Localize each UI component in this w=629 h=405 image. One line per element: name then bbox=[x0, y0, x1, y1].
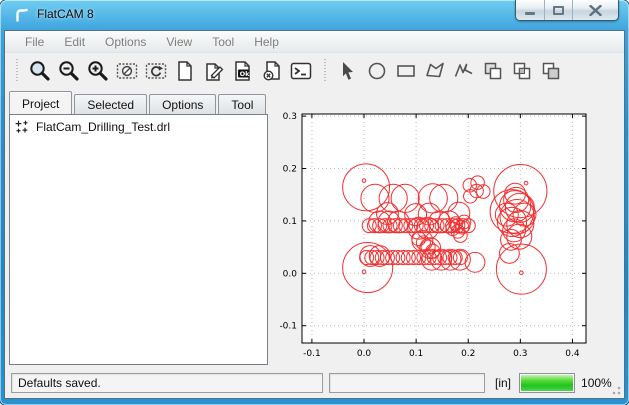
polygon-subtract-icon bbox=[539, 59, 563, 83]
apply-ok-icon: Ok bbox=[231, 59, 255, 83]
tab-options[interactable]: Options bbox=[149, 94, 216, 114]
menu-help[interactable]: Help bbox=[244, 32, 289, 52]
zoom-out-button[interactable] bbox=[54, 57, 83, 86]
zoom-fit-icon bbox=[28, 59, 52, 83]
toolbar-drag-handle[interactable] bbox=[323, 59, 328, 83]
svg-text:0.2: 0.2 bbox=[461, 349, 475, 359]
toolbar-drag-handle[interactable] bbox=[15, 59, 20, 83]
zoom-in-icon bbox=[86, 59, 110, 83]
minimize-button[interactable] bbox=[516, 0, 545, 20]
progress-percent-label: 100% bbox=[581, 376, 612, 390]
caption-buttons bbox=[515, 0, 619, 21]
tree-item-drill-object[interactable]: FlatCam_Drilling_Test.drl bbox=[10, 115, 267, 139]
zoom-fit-button[interactable] bbox=[25, 57, 54, 86]
tree-item-label: FlatCam_Drilling_Test.drl bbox=[36, 120, 170, 134]
edit-file-icon bbox=[202, 59, 226, 83]
zoom-out-icon bbox=[57, 59, 81, 83]
select-tool-button[interactable] bbox=[333, 57, 362, 86]
progress-bar bbox=[519, 373, 575, 393]
plot-canvas[interactable]: -0.1 0.0 0.1 0.2 0.3 0.4 -0.1 0.0 0.1 0.2 0.3 bbox=[268, 89, 626, 370]
toolbar: Ok bbox=[5, 53, 624, 89]
svg-text:0.0: 0.0 bbox=[283, 269, 298, 279]
draw-path-icon bbox=[452, 59, 476, 83]
zoom-in-button[interactable] bbox=[83, 57, 112, 86]
menu-file[interactable]: File bbox=[15, 32, 54, 52]
clear-plot-icon bbox=[115, 59, 139, 83]
replot-icon bbox=[144, 59, 168, 83]
tab-bar: Project Selected Options Tool bbox=[9, 91, 268, 114]
tab-tool[interactable]: Tool bbox=[218, 94, 266, 114]
polygon-union-icon bbox=[481, 59, 505, 83]
tab-project[interactable]: Project bbox=[9, 91, 72, 114]
menu-tool[interactable]: Tool bbox=[202, 32, 244, 52]
svg-text:0.1: 0.1 bbox=[409, 349, 423, 359]
svg-text:0.0: 0.0 bbox=[357, 349, 372, 359]
draw-rectangle-icon bbox=[394, 59, 418, 83]
svg-text:0.3: 0.3 bbox=[513, 349, 527, 359]
app-window: FlatCAM 8 File Edit Options View Tool He… bbox=[0, 0, 629, 405]
delete-file-icon bbox=[260, 59, 284, 83]
progress-fill bbox=[521, 375, 573, 391]
svg-text:0.4: 0.4 bbox=[565, 349, 580, 359]
units-label: [in] bbox=[495, 376, 511, 390]
clear-plot-button[interactable] bbox=[112, 57, 141, 86]
resize-grip-icon[interactable] bbox=[609, 383, 621, 395]
client-area: File Edit Options View Tool Help bbox=[4, 30, 625, 399]
main-area: Project Selected Options Tool bbox=[5, 89, 624, 368]
svg-text:0.2: 0.2 bbox=[283, 164, 297, 174]
draw-polygon-icon bbox=[423, 59, 447, 83]
tab-selected[interactable]: Selected bbox=[74, 94, 147, 114]
svg-text:0.1: 0.1 bbox=[283, 217, 297, 227]
window-title: FlatCAM 8 bbox=[37, 7, 94, 21]
maximize-icon bbox=[553, 6, 564, 15]
close-button[interactable] bbox=[573, 0, 618, 20]
polygon-union-button[interactable] bbox=[478, 57, 507, 86]
draw-polygon-button[interactable] bbox=[420, 57, 449, 86]
polygon-intersection-icon bbox=[510, 59, 534, 83]
draw-rectangle-button[interactable] bbox=[391, 57, 420, 86]
maximize-button[interactable] bbox=[545, 0, 573, 20]
status-message: Defaults saved. bbox=[11, 373, 323, 393]
replot-button[interactable] bbox=[141, 57, 170, 86]
menu-options[interactable]: Options bbox=[95, 32, 156, 52]
shell-button[interactable] bbox=[286, 57, 315, 86]
select-arrow-icon bbox=[336, 59, 360, 83]
new-file-icon bbox=[173, 59, 197, 83]
title-bar[interactable]: FlatCAM 8 bbox=[0, 0, 629, 30]
svg-text:-0.1: -0.1 bbox=[303, 349, 321, 359]
delete-file-button[interactable] bbox=[257, 57, 286, 86]
apply-ok-button[interactable]: Ok bbox=[228, 57, 257, 86]
status-bar: Defaults saved. [in] 100% bbox=[5, 368, 624, 398]
menu-view[interactable]: View bbox=[156, 32, 202, 52]
status-field-secondary bbox=[329, 373, 485, 393]
polygon-subtract-button[interactable] bbox=[536, 57, 565, 86]
flatcam-logo-icon bbox=[13, 7, 29, 23]
svg-text:0.3: 0.3 bbox=[283, 112, 297, 122]
draw-circle-button[interactable] bbox=[362, 57, 391, 86]
project-tree: FlatCam_Drilling_Test.drl bbox=[9, 114, 268, 365]
draw-path-button[interactable] bbox=[449, 57, 478, 86]
shell-icon bbox=[289, 59, 313, 83]
plot-pane: -0.1 0.0 0.1 0.2 0.3 0.4 -0.1 0.0 0.1 0.2 0.3 bbox=[268, 89, 624, 368]
new-file-button[interactable] bbox=[170, 57, 199, 86]
menu-bar: File Edit Options View Tool Help bbox=[5, 31, 624, 53]
left-pane: Project Selected Options Tool bbox=[5, 89, 268, 368]
polygon-intersection-button[interactable] bbox=[507, 57, 536, 86]
svg-text:-0.1: -0.1 bbox=[279, 322, 297, 332]
drill-object-icon bbox=[14, 119, 30, 135]
svg-text:Ok: Ok bbox=[239, 70, 250, 78]
close-icon bbox=[589, 5, 602, 16]
menu-edit[interactable]: Edit bbox=[54, 32, 95, 52]
edit-file-button[interactable] bbox=[199, 57, 228, 86]
draw-circle-icon bbox=[365, 59, 389, 83]
minimize-icon bbox=[525, 12, 535, 15]
